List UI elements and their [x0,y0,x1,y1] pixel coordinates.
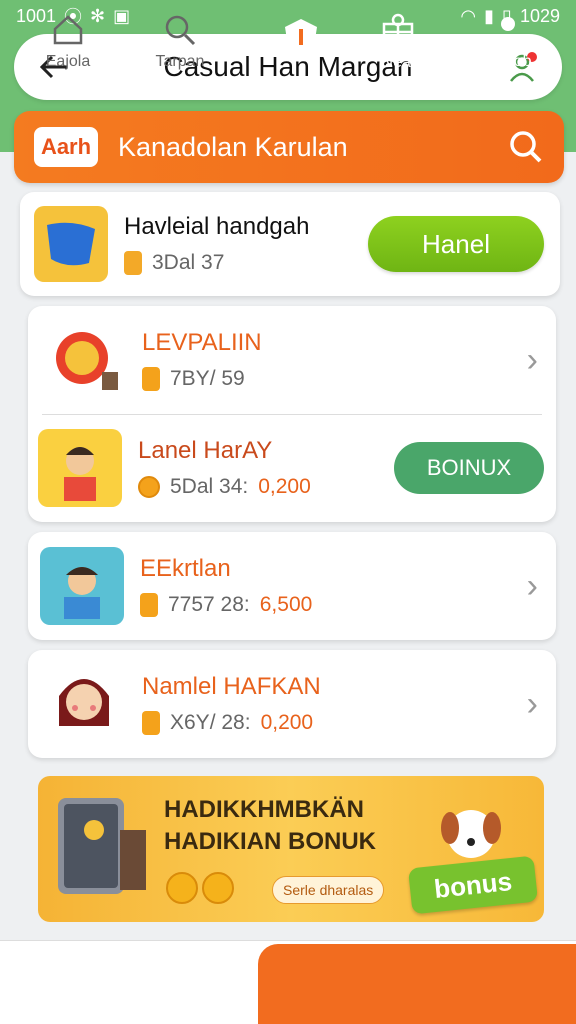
item-title: LEVPALIIN [142,329,262,356]
nav-item-gift[interactable]: Neal [356,0,440,84]
item-meta: 5Dal 34: [170,475,249,498]
item-value: 0,200 [260,711,314,734]
gift-icon [382,13,414,46]
game-card-4[interactable]: Namlel HAFKAN X6Y/ 28: 0,200 › [28,650,556,758]
search-icon [165,15,196,46]
search-bar-title: Kanadolan Karulan [118,131,348,162]
bonus-claim-button[interactable]: bonus [407,855,539,915]
logo: Aarh [34,127,98,167]
phone-illustration [50,790,150,905]
item-meta: X6Y/ 28: [170,711,251,734]
nav-label: Reoob [484,53,532,70]
search-icon[interactable] [508,129,544,165]
game-thumbnail [42,665,126,743]
game-card-2: LEVPALIIN 7BY/ 59 › Lanel HarAY 5Dal 34:… [28,306,556,522]
profile-icon [495,17,521,45]
item-meta: 7757 28: [168,593,250,616]
play-button[interactable]: Hanel [368,216,544,272]
bonus-button[interactable]: BOINUX [394,442,544,494]
coin-icon [138,476,160,498]
nav-active-background [258,944,576,1024]
ticket-icon [140,593,158,617]
game-thumbnail [34,206,108,282]
shield-icon [285,19,317,59]
chevron-right-icon[interactable]: › [527,341,538,380]
item-value: 0,200 [258,475,311,498]
search-bar[interactable]: Aarh Kanadolan Karulan [14,111,564,183]
nav-item-search[interactable]: Tarpan [138,0,222,84]
coin-icon [202,872,234,904]
nav-item-home[interactable]: Eajola [26,0,110,84]
item-title: Havleial handgah [124,213,310,240]
list-item[interactable]: LEVPALIIN 7BY/ 59 › [28,320,556,400]
game-card-1[interactable]: Havleial handgah 3Dal 37 Hanel [20,192,560,296]
ticket-icon [142,711,160,735]
nav-label: Neal [381,54,415,71]
ticket-icon [124,251,142,275]
item-value: 6,500 [259,593,313,616]
item-meta: 3Dal 37 [152,251,225,274]
ticket-icon [142,367,160,391]
item-title: Namlel HAFKAN [142,673,321,700]
banner-pill: Serle dharalas [272,876,385,904]
item-meta: 7BY/ 59 [170,367,245,390]
game-thumbnail [38,429,122,507]
coin-icon [166,872,198,904]
home-icon [53,15,83,45]
nav-item-profile[interactable]: Reoob [466,0,550,84]
game-thumbnail [40,547,124,625]
divider [42,414,542,415]
game-thumbnail [42,321,126,399]
item-title: EEkrtlan [140,555,231,582]
promo-banner[interactable]: HADIKKHMBKÄN HADIKIAN BONUK Serle dharal… [38,776,544,922]
item-title: Lanel HarAY [138,437,273,464]
banner-line-1: HADIKKHMBKÄN [164,796,364,823]
game-card-3[interactable]: EEkrtlan 7757 28: 6,500 › [28,532,556,640]
chevron-right-icon[interactable]: › [527,685,538,724]
banner-line-2: HADIKIAN BONUK [164,828,376,855]
nav-label: Tarpan [155,53,205,70]
nav-label: Eajola [45,53,91,70]
nav-item-center[interactable] [266,0,336,84]
chevron-right-icon[interactable]: › [527,567,538,606]
list-item[interactable]: Lanel HarAY 5Dal 34: 0,200 BOINUX [28,426,556,510]
image-icon: ▣ [113,5,131,26]
